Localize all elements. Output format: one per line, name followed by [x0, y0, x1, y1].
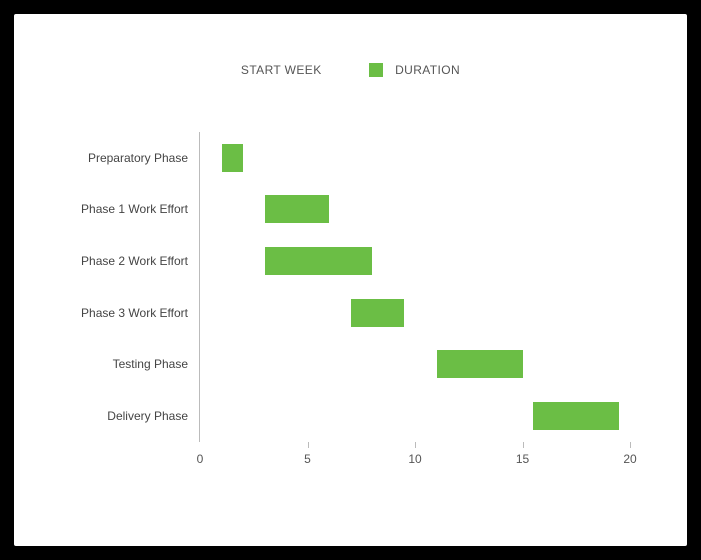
- gantt-bar: [437, 350, 523, 378]
- gantt-bar: [265, 247, 373, 275]
- chart-row: Preparatory Phase: [200, 132, 630, 184]
- chart-row: Phase 3 Work Effort: [200, 287, 630, 339]
- y-axis-label: Testing Phase: [113, 357, 188, 371]
- y-axis-label: Preparatory Phase: [88, 151, 188, 165]
- gantt-bar: [222, 144, 244, 172]
- x-tick: [523, 442, 524, 448]
- legend-label-duration: DURATION: [395, 63, 460, 77]
- chart-row: Delivery Phase: [200, 390, 630, 442]
- chart-row: Phase 2 Work Effort: [200, 235, 630, 287]
- gantt-bar: [265, 195, 330, 223]
- x-tick-label: 10: [408, 452, 421, 466]
- x-tick: [415, 442, 416, 448]
- y-axis-label: Delivery Phase: [107, 409, 188, 423]
- x-tick-label: 15: [516, 452, 529, 466]
- legend-item-start-week: START WEEK: [241, 62, 322, 77]
- legend-item-duration: DURATION: [369, 62, 460, 77]
- legend-swatch-duration: [369, 63, 383, 77]
- y-axis-label: Phase 1 Work Effort: [81, 202, 188, 216]
- chart-plot-area: 05101520Preparatory PhasePhase 1 Work Ef…: [199, 132, 630, 442]
- legend-label-start-week: START WEEK: [241, 63, 322, 77]
- chart-legend: START WEEK DURATION: [14, 62, 687, 77]
- chart-frame: START WEEK DURATION 05101520Preparatory …: [0, 0, 701, 560]
- y-axis-label: Phase 2 Work Effort: [81, 254, 188, 268]
- x-tick-label: 5: [304, 452, 311, 466]
- x-tick-label: 20: [623, 452, 636, 466]
- x-tick-label: 0: [197, 452, 204, 466]
- y-axis-label: Phase 3 Work Effort: [81, 306, 188, 320]
- x-tick: [630, 442, 631, 448]
- gantt-bar: [533, 402, 619, 430]
- gantt-bar: [351, 299, 405, 327]
- chart-row: Phase 1 Work Effort: [200, 184, 630, 236]
- chart-card: START WEEK DURATION 05101520Preparatory …: [14, 14, 687, 546]
- chart-row: Testing Phase: [200, 339, 630, 391]
- x-tick: [308, 442, 309, 448]
